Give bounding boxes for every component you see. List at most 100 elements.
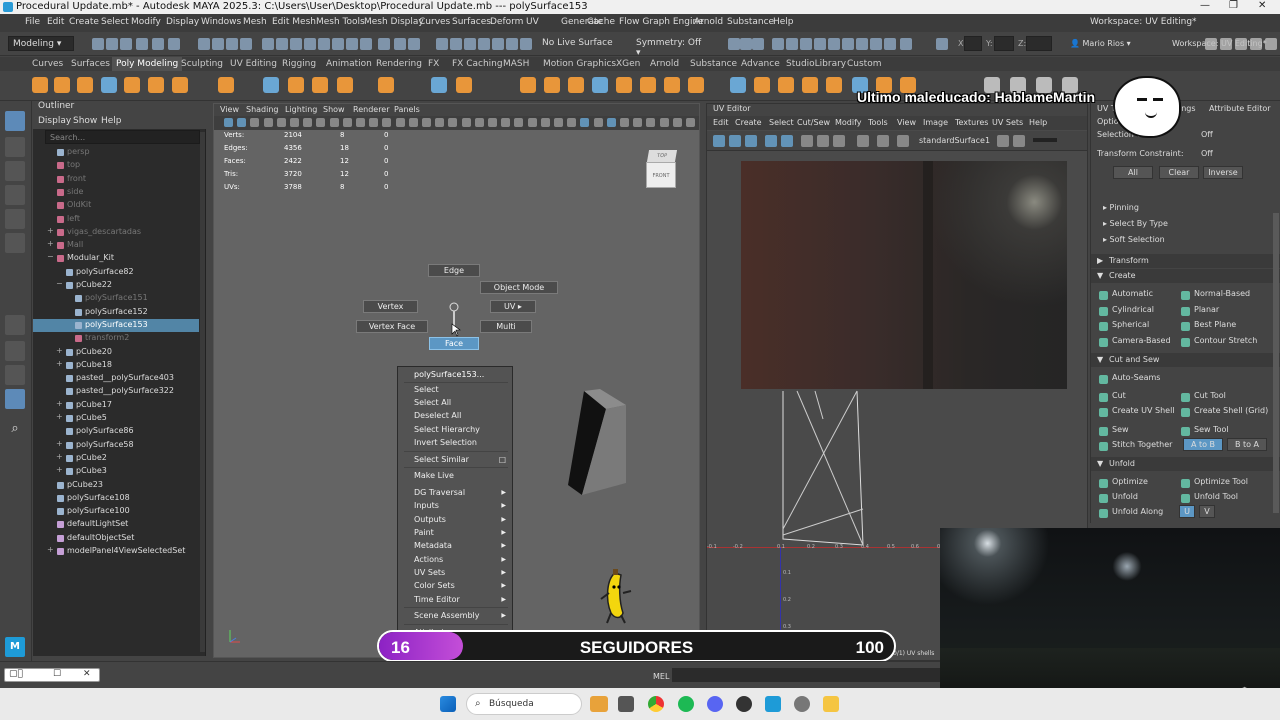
viewport-toolbar-icon[interactable] (580, 118, 590, 127)
create-camera-based-button[interactable]: Camera-Based (1097, 336, 1171, 349)
expand-toggle-icon[interactable]: + (47, 226, 54, 235)
cutsew-cut-button[interactable]: Cut (1097, 391, 1126, 404)
outliner-item[interactable]: + pCube18 (33, 359, 199, 372)
menu-uv[interactable]: UV (526, 17, 539, 27)
texture-dropdown[interactable]: standardSurface1 (919, 136, 990, 145)
select-clear-button[interactable]: Clear (1159, 166, 1199, 179)
outliner-item[interactable]: defaultLightSet (33, 518, 199, 531)
vp-menu-view[interactable]: View (220, 105, 239, 114)
status-tool-icon[interactable] (740, 38, 752, 50)
expand-toggle-icon[interactable]: + (56, 359, 63, 368)
outliner-item[interactable]: transform2 (33, 332, 199, 345)
shelf-tab-rendering[interactable]: Rendering (376, 59, 422, 69)
obs-icon[interactable] (736, 696, 752, 712)
outliner-item[interactable]: + pCube17 (33, 399, 199, 412)
outliner-menu-show[interactable]: Show (73, 116, 97, 126)
panel-toggle-icon[interactable] (1205, 38, 1217, 50)
status-tool-icon[interactable] (212, 38, 224, 50)
shelf-tab-animation[interactable]: Animation (326, 59, 372, 69)
outliner-scrollbar[interactable] (200, 132, 205, 652)
shelf-tab-surfaces[interactable]: Surfaces (71, 59, 110, 69)
shelf-tab-xgen[interactable]: XGen (616, 59, 640, 69)
shelf-tool-icon[interactable] (802, 77, 818, 93)
shelf-tool-icon[interactable] (640, 77, 656, 93)
outliner-item[interactable]: + pCube3 (33, 465, 199, 478)
cutsew-create-shell-grid--button[interactable]: Create Shell (Grid) (1179, 406, 1268, 419)
expand-toggle-icon[interactable]: − (47, 252, 54, 261)
shelf-tool-icon[interactable] (616, 77, 632, 93)
status-tool-icon[interactable] (936, 38, 948, 50)
cutsew-create-uv-shell-button[interactable]: Create UV Shell (1097, 406, 1175, 419)
uv-toolbar-icon[interactable] (1013, 135, 1025, 147)
four-pane-icon[interactable] (5, 341, 25, 361)
status-tool-icon[interactable] (856, 38, 868, 50)
uv-toolbar-icon[interactable] (745, 135, 757, 147)
shelf-tab-arnold[interactable]: Arnold (650, 59, 679, 69)
viewport-toolbar-icon[interactable] (303, 118, 313, 127)
viewport-toolbar-icon[interactable] (224, 118, 233, 127)
mel-input[interactable] (672, 668, 940, 682)
create-planar-button[interactable]: Planar (1179, 305, 1219, 318)
create-spherical-button[interactable]: Spherical (1097, 320, 1149, 333)
file-explorer-icon[interactable] (823, 696, 839, 712)
shelf-tool-icon[interactable] (730, 77, 746, 93)
shelf-tab-motion-graphics[interactable]: Motion Graphics (543, 59, 616, 69)
outliner-item[interactable]: top (33, 159, 199, 172)
shelf-tool-icon[interactable] (456, 77, 472, 93)
view-cube-front[interactable]: FRONT (646, 162, 676, 188)
viewport-toolbar-icon[interactable] (448, 118, 458, 127)
shelf-tool-icon[interactable] (77, 77, 93, 93)
outliner-item[interactable]: pCube23 (33, 479, 199, 492)
section-unfold[interactable]: Unfold (1091, 457, 1280, 471)
status-tool-icon[interactable] (318, 38, 330, 50)
mm-vertex[interactable]: Vertex (363, 300, 418, 313)
viewport-toolbar-icon[interactable] (567, 118, 577, 127)
context-menu-item[interactable]: Outputs (414, 515, 446, 524)
viewport-toolbar-icon[interactable] (369, 118, 379, 127)
outliner-item[interactable]: side (33, 186, 199, 199)
uv-menu-create[interactable]: Create (735, 118, 762, 127)
status-tool-icon[interactable] (520, 38, 532, 50)
section-toggle-icon[interactable]: ▼ (1097, 459, 1103, 468)
context-menu-item[interactable]: Actions (414, 555, 443, 564)
stitch-a-to-b-button[interactable]: A to B (1183, 438, 1223, 451)
shelf-tool-icon[interactable] (688, 77, 704, 93)
viewport-toolbar-icon[interactable] (606, 118, 616, 127)
status-tool-icon[interactable] (304, 38, 316, 50)
view-cube-top[interactable]: TOP (646, 150, 678, 162)
outliner-item[interactable]: + pCube2 (33, 452, 199, 465)
menu-help[interactable]: Help (773, 17, 794, 27)
context-menu-item[interactable]: Invert Selection (414, 438, 477, 447)
maximize-icon[interactable]: ❐ (1229, 0, 1238, 11)
x-field[interactable] (964, 36, 982, 51)
shelf-tab-advance[interactable]: Advance (741, 59, 780, 69)
uv-menu-textures[interactable]: Textures (955, 118, 988, 127)
viewport-toolbar-icon[interactable] (237, 118, 247, 127)
status-tool-icon[interactable] (436, 38, 448, 50)
select-all-button[interactable]: All (1113, 166, 1153, 179)
menu-surfaces[interactable]: Surfaces (452, 17, 491, 27)
status-tool-icon[interactable] (332, 38, 344, 50)
shelf-tab-studiolibrary[interactable]: StudioLibrary (786, 59, 846, 69)
outliner-item[interactable]: + polySurface58 (33, 439, 199, 452)
viewport-toolbar-icon[interactable] (276, 118, 286, 127)
tab-settings[interactable]: ings (1179, 104, 1196, 113)
status-tool-icon[interactable] (506, 38, 518, 50)
cutsew-stitch-together-button[interactable]: Stitch Together (1097, 440, 1172, 453)
uv-toolbar-icon[interactable] (817, 135, 829, 147)
mm-edge[interactable]: Edge (428, 264, 480, 277)
status-tool-icon[interactable] (884, 38, 896, 50)
user-account[interactable]: 👤 Mario Rios ▾ (1070, 39, 1131, 48)
viewport-toolbar-icon[interactable] (672, 118, 682, 127)
shelf-tool-icon[interactable] (148, 77, 164, 93)
outliner-item[interactable]: polySurface86 (33, 425, 199, 438)
status-tool-icon[interactable] (842, 38, 854, 50)
status-tool-icon[interactable] (870, 38, 882, 50)
shelf-tool-icon[interactable] (263, 77, 279, 93)
mini-close-icon[interactable]: ✕ (83, 669, 91, 679)
status-tool-icon[interactable] (728, 38, 740, 50)
shelf-tab-sculpting[interactable]: Sculpting (181, 59, 223, 69)
outliner-item[interactable]: polySurface151 (33, 292, 199, 305)
viewport-toolbar-icon[interactable] (527, 118, 537, 127)
menu-modify[interactable]: Modify (131, 17, 161, 27)
